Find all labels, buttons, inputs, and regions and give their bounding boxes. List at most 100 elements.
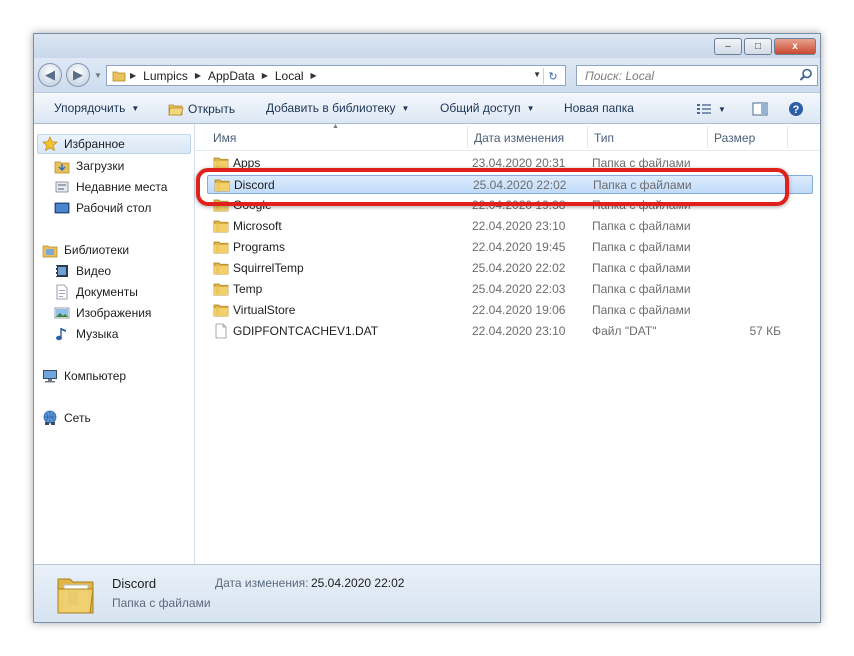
open-label: Открыть [188, 102, 236, 116]
breadcrumb-chevron-icon[interactable]: ▶ [308, 71, 320, 80]
column-header-date[interactable]: Дата изменения [474, 131, 564, 145]
breadcrumb-appdata[interactable]: AppData [204, 69, 259, 83]
search-input[interactable]: Поиск: Local [576, 65, 818, 86]
network-icon [42, 410, 58, 426]
file-row[interactable]: Microsoft 22.04.2020 23:10 Папка с файлами [207, 217, 813, 236]
nav-computer-label: Компьютер [64, 369, 127, 383]
nav-videos[interactable]: Видео [54, 262, 111, 280]
file-name: SquirrelTemp [233, 261, 304, 275]
organize-button[interactable]: Упорядочить ▼ [54, 101, 139, 115]
file-size: 57 КБ [749, 324, 781, 338]
pictures-icon [54, 305, 70, 321]
title-bar: – □ x [34, 34, 820, 58]
share-button[interactable]: Общий доступ ▼ [440, 101, 535, 115]
file-date: 22.04.2020 23:10 [472, 324, 566, 338]
details-name: Discord [112, 576, 157, 591]
file-type: Папка с файлами [592, 240, 691, 254]
forward-arrow-icon: ▶ [73, 67, 83, 82]
computer-icon [42, 368, 58, 384]
star-icon [42, 136, 58, 152]
file-date: 22.04.2020 19:06 [472, 303, 566, 317]
breadcrumb-lumpics[interactable]: Lumpics [139, 69, 192, 83]
file-date: 22.04.2020 23:10 [472, 219, 566, 233]
nav-music[interactable]: Музыка [54, 325, 118, 343]
file-icon [213, 323, 229, 339]
organize-label: Упорядочить [54, 101, 126, 115]
file-row[interactable]: VirtualStore 22.04.2020 19:06 Папка с файл… [207, 301, 813, 320]
file-row[interactable]: Programs 22.04.2020 19:45 Папка с файлами [207, 238, 813, 257]
open-button[interactable]: Открыть [168, 101, 235, 117]
address-bar[interactable]: ▶ Lumpics ▶ AppData ▶ Local ▶ ▼ ↻ [106, 65, 566, 86]
nav-documents[interactable]: Документы [54, 283, 138, 301]
details-type: Папка с файлами [112, 596, 211, 610]
file-row[interactable]: SquirrelTemp 25.04.2020 22:02 Папка с файл… [207, 259, 813, 278]
folder-icon [213, 260, 229, 276]
preview-pane-button[interactable] [752, 101, 768, 117]
breadcrumb-chevron-icon[interactable]: ▶ [127, 71, 139, 80]
nav-libraries-label: Библиотеки [64, 243, 130, 257]
file-date: 25.04.2020 22:03 [472, 282, 566, 296]
nav-desktop[interactable]: Рабочий стол [54, 199, 151, 217]
file-type: Файл "DAT" [592, 324, 657, 338]
desktop-icon [54, 200, 70, 216]
view-options-button[interactable]: ▼ [696, 101, 726, 117]
new-folder-label: Новая папка [564, 101, 634, 115]
nav-computer[interactable]: Компьютер [42, 367, 126, 385]
share-label: Общий доступ [440, 101, 521, 115]
help-icon: ? [788, 101, 804, 117]
nav-network-label: Сеть [64, 411, 91, 425]
column-headers: ▲ Имя Дата изменения Тип Размер [195, 123, 820, 151]
view-list-icon [696, 101, 712, 117]
nav-pictures[interactable]: Изображения [54, 304, 151, 322]
file-name: Programs [233, 240, 286, 254]
chevron-down-icon: ▼ [131, 103, 140, 113]
chevron-down-icon: ▼ [526, 103, 535, 113]
file-row[interactable]: GDIPFONTCACHEV1.DAT 22.04.2020 23:10 Файл … [207, 322, 813, 341]
downloads-icon [54, 158, 70, 174]
preview-pane-icon [752, 101, 768, 117]
nav-recent-places[interactable]: Недавние места [54, 178, 167, 196]
refresh-icon[interactable]: ↻ [543, 68, 562, 84]
column-divider[interactable] [587, 126, 588, 148]
column-divider[interactable] [707, 126, 708, 148]
breadcrumb-chevron-icon[interactable]: ▶ [259, 71, 271, 80]
back-button[interactable]: ◀ [38, 63, 62, 87]
navigation-pane: Избранное Загрузки Недавние места Рабочи… [34, 124, 195, 564]
column-header-type[interactable]: Тип [594, 131, 614, 145]
chevron-down-icon: ▼ [718, 104, 726, 114]
search-icon[interactable] [799, 68, 813, 82]
new-folder-button[interactable]: Новая папка [564, 101, 634, 115]
nav-music-label: Музыка [76, 327, 119, 341]
forward-button[interactable]: ▶ [66, 63, 90, 87]
folder-icon [213, 302, 229, 318]
nav-favorites[interactable]: Избранное [42, 135, 125, 153]
file-row[interactable]: Temp 25.04.2020 22:03 Папка с файлами [207, 280, 813, 299]
column-divider[interactable] [467, 126, 468, 148]
maximize-button[interactable]: □ [744, 38, 772, 55]
libraries-icon [42, 242, 58, 258]
breadcrumb-chevron-icon[interactable]: ▶ [192, 71, 204, 80]
explorer-window: – □ x ◀ ▶ ▼ ▶ Lumpics ▶ AppData ▶ Local … [33, 33, 821, 623]
recent-pages-dropdown-icon[interactable]: ▼ [94, 71, 102, 80]
open-folder-icon [168, 101, 184, 117]
column-divider[interactable] [787, 126, 788, 148]
add-to-library-button[interactable]: Добавить в библиотеку ▼ [266, 101, 409, 115]
add-to-library-label: Добавить в библиотеку [266, 101, 396, 115]
help-button[interactable]: ? [788, 101, 804, 117]
minimize-button[interactable]: – [714, 38, 742, 55]
column-header-size[interactable]: Размер [714, 131, 755, 145]
nav-videos-label: Видео [76, 264, 112, 278]
folder-icon [213, 239, 229, 255]
address-history-dropdown-icon[interactable]: ▼ [533, 70, 541, 79]
breadcrumb-local[interactable]: Local [271, 69, 308, 83]
close-button[interactable]: x [774, 38, 816, 55]
video-icon [54, 263, 70, 279]
documents-icon [54, 284, 70, 300]
nav-pictures-label: Изображения [76, 306, 152, 320]
nav-network[interactable]: Сеть [42, 409, 91, 427]
column-header-name[interactable]: Имя [213, 131, 236, 145]
file-name: VirtualStore [233, 303, 296, 317]
nav-libraries[interactable]: Библиотеки [42, 241, 129, 259]
nav-recent-places-label: Недавние места [76, 180, 168, 194]
nav-downloads[interactable]: Загрузки [54, 157, 124, 175]
